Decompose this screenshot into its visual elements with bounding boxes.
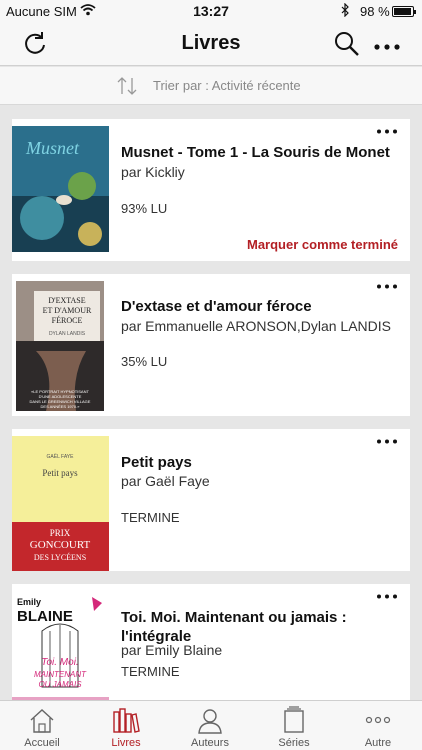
more-icon	[364, 706, 392, 739]
book-title: D'extase et d'amour féroce	[121, 298, 312, 315]
tab-label: Séries	[278, 737, 310, 749]
svg-text:PRIX: PRIX	[50, 528, 71, 538]
book-title: Musnet - Tome 1 - La Souris de Monet	[121, 144, 390, 161]
book-cover[interactable]: Musnet	[12, 126, 109, 252]
book-menu-icon[interactable]	[376, 586, 398, 600]
sort-label: Trier par : Activité récente	[153, 78, 301, 93]
book-card[interactable]: Musnet Musnet - Tome 1 - La Souris de Mo…	[12, 119, 410, 261]
tab-label: Accueil	[24, 737, 60, 749]
book-status: 35% LU	[121, 354, 168, 369]
status-bar: Aucune SIM 13:27 98 %	[0, 0, 422, 22]
book-cover[interactable]: D'EXTASE ET D'AMOUR FÉROCE DYLAN LANDIS …	[16, 281, 104, 411]
svg-text:BLAINE: BLAINE	[17, 608, 73, 625]
book-author: par Gaël Faye	[121, 473, 210, 489]
cover-author: DYLAN LANDIS	[49, 331, 86, 337]
svg-text:FÉROCE: FÉROCE	[52, 315, 83, 325]
book-status: TERMINE	[121, 664, 180, 679]
clock: 13:27	[193, 3, 229, 19]
cover-title: Petit pays	[42, 468, 78, 478]
book-author: par Emmanuelle ARONSON,Dylan LANDIS	[121, 318, 391, 334]
svg-text:GONCOURT: GONCOURT	[30, 539, 91, 551]
tab-label: Livres	[111, 737, 141, 749]
book-author: par Kickliy	[121, 164, 185, 180]
svg-text:OU JAMAIS: OU JAMAIS	[38, 680, 82, 689]
home-icon	[28, 706, 56, 739]
book-author: par Emily Blaine	[121, 642, 223, 658]
book-card[interactable]: D'EXTASE ET D'AMOUR FÉROCE DYLAN LANDIS …	[12, 274, 410, 416]
tab-livres[interactable]: Livres	[84, 701, 168, 750]
cover-title: Musnet	[25, 138, 80, 158]
book-status: 93% LU	[121, 201, 168, 216]
book-cover[interactable]: Emily BLAINE Toi. Moi. MAINTENANT OU JAM…	[12, 591, 109, 700]
tab-label: Autre	[364, 737, 392, 749]
series-icon	[280, 706, 308, 739]
mark-finished-button[interactable]: Marquer comme terminé	[247, 237, 398, 252]
sort-icon	[116, 76, 138, 101]
svg-text:MAINTENANT: MAINTENANT	[34, 670, 87, 679]
svg-text:DES LYCÉENS: DES LYCÉENS	[34, 552, 86, 562]
svg-text:ET D'AMOUR: ET D'AMOUR	[43, 306, 92, 315]
book-card[interactable]: GAËL FAYE Petit pays PRIX GONCOURT DES L…	[12, 429, 410, 571]
svg-text:Emily: Emily	[17, 597, 41, 607]
book-menu-icon[interactable]	[376, 121, 398, 135]
book-title: Toi. Moi. Maintenant ou jamais : l'intég…	[121, 609, 347, 645]
books-icon	[112, 706, 140, 739]
tab-bar: Accueil Livres Auteurs Séries Autre	[0, 700, 422, 750]
sort-bar[interactable]: Trier par : Activité récente	[0, 67, 422, 105]
svg-text:Toi. Moi.: Toi. Moi.	[41, 657, 78, 668]
more-options-icon[interactable]	[374, 36, 400, 50]
search-icon[interactable]	[334, 31, 360, 62]
svg-text:DES ANNÉES 1970.»: DES ANNÉES 1970.»	[41, 404, 81, 409]
nav-bar: Livres	[0, 22, 422, 66]
battery-icon	[392, 6, 416, 17]
book-menu-icon[interactable]	[376, 276, 398, 290]
cover-author: GAËL FAYE	[47, 453, 75, 460]
book-menu-icon[interactable]	[376, 431, 398, 445]
tab-label: Auteurs	[191, 737, 229, 749]
tab-accueil[interactable]: Accueil	[0, 701, 84, 750]
battery-percentage: 98 %	[360, 4, 390, 19]
book-cover[interactable]: GAËL FAYE Petit pays PRIX GONCOURT DES L…	[12, 436, 109, 571]
book-card[interactable]: Emily BLAINE Toi. Moi. MAINTENANT OU JAM…	[12, 584, 410, 700]
bluetooth-icon	[341, 2, 350, 20]
book-title: Petit pays	[121, 454, 192, 471]
tab-series[interactable]: Séries	[252, 701, 336, 750]
tab-autre[interactable]: Autre	[336, 701, 420, 750]
book-status: TERMINE	[121, 510, 180, 525]
person-icon	[196, 706, 224, 739]
svg-text:D'EXTASE: D'EXTASE	[48, 296, 85, 305]
tab-auteurs[interactable]: Auteurs	[168, 701, 252, 750]
